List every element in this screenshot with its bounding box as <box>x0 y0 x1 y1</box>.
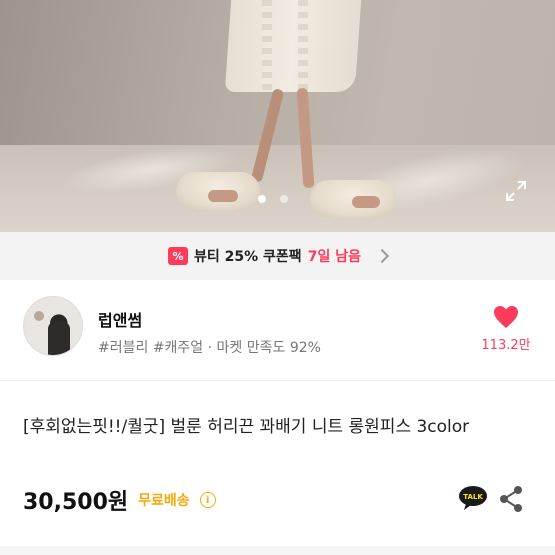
share-icon[interactable] <box>498 485 524 513</box>
image-foot <box>208 190 238 202</box>
image-dress-pattern <box>262 0 272 90</box>
price-row: 30,500원 무료배송 i <box>23 484 216 516</box>
product-title: [후회없는핏!!/퀄굿] 벌룬 허리끈 꽈배기 니트 롱원피스 3color <box>23 417 470 437</box>
image-dress <box>224 0 362 92</box>
avatar-figure <box>48 321 70 355</box>
info-icon[interactable]: i <box>199 492 216 508</box>
shipping-label: 무료배송 <box>138 493 190 509</box>
heart-icon[interactable] <box>493 305 519 329</box>
product-image[interactable] <box>0 0 555 232</box>
carousel-indicator <box>258 195 288 203</box>
shop-name[interactable]: 럽앤썸 <box>98 307 142 331</box>
coupon-icon: % <box>168 247 189 265</box>
image-dress-pattern <box>298 0 308 90</box>
shop-info <box>0 280 555 381</box>
carousel-dot[interactable] <box>258 195 266 203</box>
coupon-banner[interactable]: % 뷰티 25% 쿠폰팩 7일 남음 <box>0 232 555 280</box>
chevron-right-icon <box>374 248 390 264</box>
talk-label: TALK <box>463 493 483 501</box>
shop-avatar[interactable] <box>23 296 83 356</box>
like-count: 113.2만 <box>481 338 531 353</box>
shop-tags: #러블리 #캐주얼 · 마켓 만족도 92% <box>98 340 321 356</box>
avatar-decoration <box>34 311 44 321</box>
image-foot <box>352 196 380 208</box>
coupon-label: 뷰티 25% 쿠폰팩 <box>194 249 302 265</box>
expand-icon[interactable] <box>505 180 527 202</box>
section-divider <box>0 546 555 555</box>
coupon-days-left: 7일 남음 <box>307 249 361 265</box>
carousel-dot[interactable] <box>280 195 288 203</box>
talk-icon[interactable]: TALK <box>458 485 488 511</box>
product-price: 30,500원 <box>23 490 129 515</box>
